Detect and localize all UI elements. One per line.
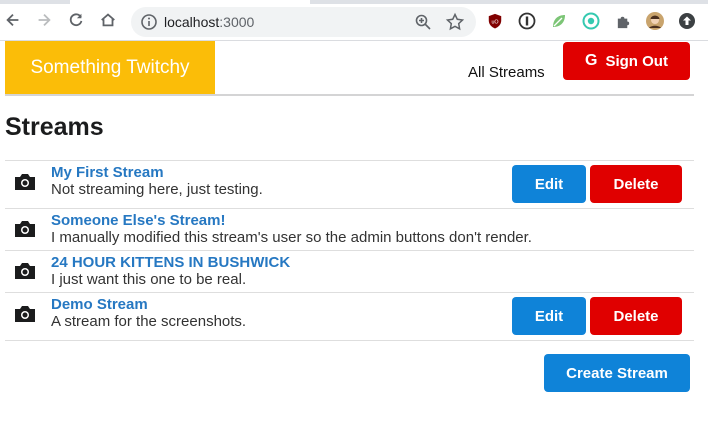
info-icon[interactable]: [140, 13, 158, 31]
home-icon[interactable]: [98, 10, 118, 30]
camera-icon: [15, 221, 35, 237]
sign-out-label: Sign Out: [605, 52, 668, 70]
list-item: Someone Else's Stream! I manually modifi…: [5, 209, 694, 251]
camera-icon: [15, 306, 35, 322]
stream-description: A stream for the screenshots.: [51, 313, 247, 330]
stream-title-link[interactable]: Demo Stream: [51, 296, 148, 313]
stream-description: Not streaming here, just testing.: [51, 181, 263, 198]
stream-description: I just want this one to be real.: [51, 271, 247, 288]
app-header: Something Twitchy All Streams G Sign Out: [5, 41, 694, 96]
stream-title-link[interactable]: My First Stream: [51, 164, 164, 181]
edit-button[interactable]: Edit: [512, 297, 586, 335]
target-extension-icon[interactable]: [582, 12, 600, 30]
stream-description: I manually modified this stream's user s…: [51, 229, 532, 246]
ublock-icon[interactable]: uO: [486, 12, 504, 30]
sign-out-button[interactable]: G Sign Out: [563, 42, 690, 80]
zoom-icon[interactable]: [414, 13, 432, 31]
back-arrow-icon[interactable]: [3, 10, 23, 30]
star-icon[interactable]: [445, 12, 465, 32]
url-text[interactable]: localhost:3000: [164, 14, 254, 30]
tab-strip-edge: [0, 0, 70, 4]
avatar[interactable]: [646, 12, 664, 30]
extension-icon[interactable]: [614, 12, 632, 30]
page-title: Streams: [5, 113, 104, 141]
camera-icon: [15, 263, 35, 279]
list-item: My First Stream Not streaming here, just…: [5, 161, 694, 209]
update-icon[interactable]: [678, 12, 696, 30]
stream-title-link[interactable]: 24 HOUR KITTENS IN BUSHWICK: [51, 254, 290, 271]
brand-link[interactable]: Something Twitchy: [5, 41, 215, 94]
stream-list: My First Stream Not streaming here, just…: [5, 160, 694, 341]
leaf-extension-icon[interactable]: [550, 12, 568, 30]
camera-icon: [15, 174, 35, 190]
reload-icon[interactable]: [66, 10, 86, 30]
google-icon: G: [585, 52, 598, 69]
delete-button[interactable]: Delete: [590, 165, 682, 203]
list-item: Demo Stream A stream for the screenshots…: [5, 293, 694, 341]
create-stream-button[interactable]: Create Stream: [544, 354, 690, 392]
svg-text:uO: uO: [491, 20, 498, 26]
all-streams-link[interactable]: All Streams: [468, 64, 545, 81]
stream-title-link[interactable]: Someone Else's Stream!: [51, 212, 225, 229]
forward-arrow-icon[interactable]: [34, 10, 54, 30]
edit-button[interactable]: Edit: [512, 165, 586, 203]
browser-toolbar: localhost:3000 uO: [0, 0, 708, 41]
delete-button[interactable]: Delete: [590, 297, 682, 335]
tab-strip-edge-right: [310, 0, 708, 4]
address-bar[interactable]: localhost:3000: [131, 7, 476, 37]
one-password-icon[interactable]: [518, 12, 536, 30]
list-item: 24 HOUR KITTENS IN BUSHWICK I just want …: [5, 251, 694, 293]
